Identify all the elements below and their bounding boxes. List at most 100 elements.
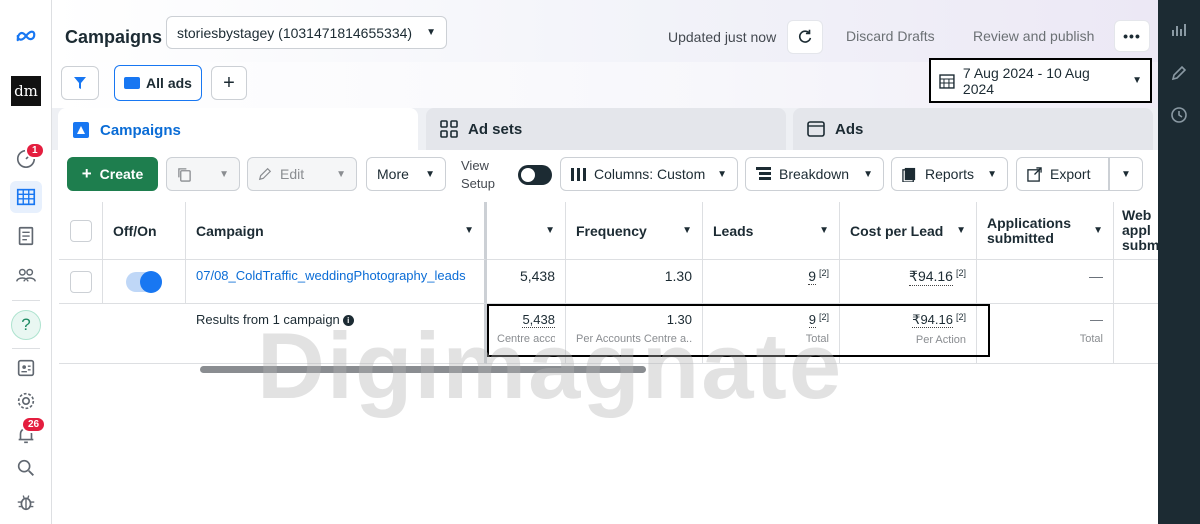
ad-sets-icon [440,120,458,138]
view-setup-line1: View [461,158,489,173]
header-frequency[interactable]: Frequency ▼ [566,202,703,260]
discard-drafts-button[interactable]: Discard Drafts [846,28,935,44]
header-leads-label: Leads [713,222,754,239]
header-bar: Campaigns storiesbystagey (1031471814655… [52,0,1158,62]
chevron-down-icon: ▼ [219,168,229,180]
info-icon[interactable]: i [342,315,354,326]
account-avatar[interactable]: dm [11,76,41,106]
row-select-cell [59,260,103,304]
header-applications-line2: submitted [987,229,1054,246]
pages-icon[interactable] [10,220,42,252]
header-campaign[interactable]: Campaign ▼ [186,202,487,260]
chevron-down-icon: ▼ [425,168,435,180]
campaign-name-link[interactable]: 07/08_ColdTraffic_weddingPhotography_lea… [196,268,466,283]
date-range-picker[interactable]: 7 Aug 2024 - 10 Aug 2024 ▼ [929,58,1152,103]
select-all-checkbox[interactable] [69,219,92,242]
header-applications-line1: Applications [987,214,1072,231]
highlight-annotation-box [487,304,990,357]
header-web-applications[interactable]: Web appl subm [1114,202,1158,260]
columns-label: Columns: Custom [594,166,706,182]
chevron-down-icon: ▼ [464,225,474,236]
view-setup-line2: Setup [461,176,495,191]
columns-button[interactable]: Columns: Custom ▼ [560,157,738,191]
reports-label: Reports [925,166,975,182]
view-setup-toggle[interactable] [518,165,552,185]
chevron-down-icon: ▼ [819,225,829,236]
chevron-down-icon: ▼ [1132,75,1142,86]
search-icon[interactable] [10,452,42,484]
breakdown-button[interactable]: Breakdown ▼ [745,157,884,191]
review-and-publish-button[interactable]: Review and publish [973,28,1094,44]
columns-icon [571,167,586,181]
tab-label: Ad sets [468,120,523,138]
chevron-down-icon: ▼ [956,225,966,236]
horizontal-scrollbar[interactable] [200,366,646,373]
more-actions-button[interactable]: More ▼ [366,157,446,191]
breakdown-label: Breakdown [779,166,850,182]
calendar-icon [939,73,955,89]
footer-applications-sub: Total [1079,333,1103,345]
row-leads: 9 [2] [703,260,840,304]
tab-label: Campaigns [100,121,181,139]
duplicate-icon [178,167,191,182]
header-cpl-label: Cost per Lead [850,222,944,239]
all-ads-view-button[interactable]: All ads [114,65,202,101]
header-applications-submitted[interactable]: Applications submitted ▼ [977,202,1114,260]
refresh-button[interactable] [787,20,823,54]
header-web-line2: appl [1122,222,1151,238]
settings-gear-icon[interactable] [10,385,42,417]
pencil-icon [258,167,272,181]
chevron-down-icon: ▼ [863,168,873,180]
row-checkbox[interactable] [69,270,92,293]
row-cpl-note: [2] [955,268,966,278]
reports-button[interactable]: Reports ▼ [891,157,1008,191]
header-leads[interactable]: Leads ▼ [703,202,840,260]
help-icon[interactable]: ? [11,310,41,340]
duplicate-button[interactable]: ▼ [166,157,240,191]
bug-report-icon[interactable] [10,486,42,518]
chart-icon[interactable] [1169,20,1189,40]
chevron-down-icon: ▼ [426,27,436,38]
nav-divider [12,348,40,349]
footer-summary-label: Results from 1 campaign [196,312,340,327]
history-clock-icon[interactable] [1169,105,1189,125]
edit-button[interactable]: Edit ▼ [247,157,357,191]
date-range-label: 7 Aug 2024 - 10 Aug 2024 [962,64,1090,97]
tab-campaigns[interactable]: Campaigns [58,108,418,152]
chevron-down-icon: ▼ [545,225,555,236]
audiences-icon[interactable] [10,259,42,291]
chevron-down-icon: ▼ [1093,225,1103,236]
account-overview-icon[interactable] [10,352,42,384]
footer-spacer [59,304,186,364]
tab-ads[interactable]: Ads [793,108,1153,150]
meta-logo-icon[interactable] [10,20,42,52]
campaign-on-off-toggle[interactable] [126,270,162,293]
add-view-button[interactable]: + [211,66,247,100]
header-off-on[interactable]: Off/On [103,202,186,260]
campaigns-icon [73,122,89,138]
filter-button[interactable] [61,66,99,100]
header-cost-per-lead[interactable]: Cost per Lead ▼ [840,202,977,260]
export-options-button[interactable]: ▼ [1109,157,1143,191]
pencil-icon[interactable] [1169,63,1189,83]
export-icon [1027,166,1042,182]
create-label: Create [99,166,144,182]
all-ads-label: All ads [146,75,192,91]
row-leads-value[interactable]: 9 [808,268,816,285]
export-button[interactable]: Export [1016,157,1109,191]
main-panel: Campaigns storiesbystagey (1031471814655… [52,0,1158,524]
row-cpl-value[interactable]: ₹94.16 [909,268,953,286]
create-button[interactable]: + Create [67,157,158,191]
chevron-down-icon: ▼ [987,168,997,180]
folder-icon [124,77,141,89]
header-reach[interactable]: ▼ [487,202,566,260]
more-options-button[interactable]: ••• [1114,20,1150,52]
tab-ad-sets[interactable]: Ad sets [426,108,786,150]
chevron-down-icon: ▼ [717,168,727,180]
alerts-badge: 1 [25,142,45,159]
row-leads-note: [2] [818,268,829,278]
refresh-icon [799,29,812,43]
ads-manager-table-icon[interactable] [10,181,42,213]
account-selector[interactable]: storiesbystagey (1031471814655334) ▼ [166,16,447,49]
header-web-line3: subm [1122,237,1158,253]
